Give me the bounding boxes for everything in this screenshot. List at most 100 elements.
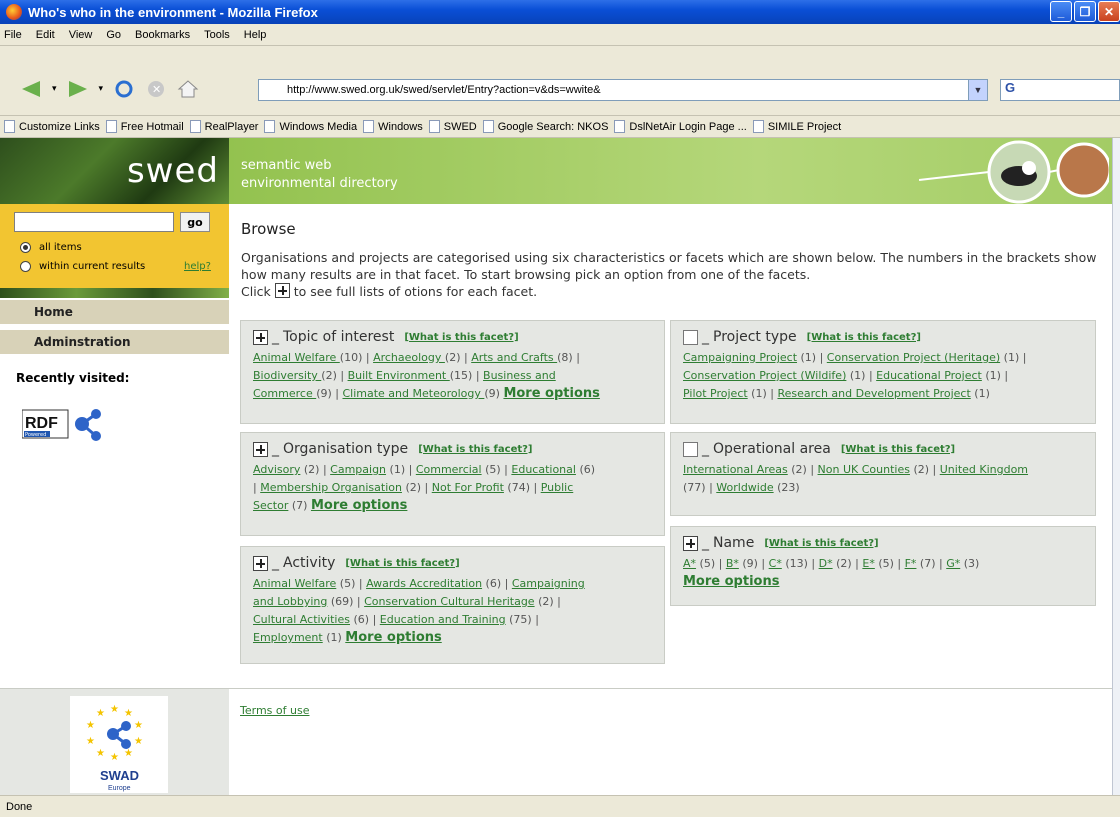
bookmark-customize-links[interactable]: Customize Links [4,120,100,133]
name-option-f[interactable]: F* [905,557,917,570]
area-option-uk[interactable]: United Kingdom [940,463,1028,476]
menu-view[interactable]: View [69,29,93,41]
go-button[interactable]: go [180,212,210,232]
more-options-link[interactable]: More options [311,498,407,513]
name-option-a[interactable]: A* [683,557,696,570]
bookmark-swed[interactable]: SWED [428,120,477,133]
forward-icon[interactable] [67,79,89,99]
back-dropdown-icon[interactable]: ▾ [52,84,57,94]
topic-option-animal-welfare[interactable]: Animal Welfare [253,351,340,364]
facet-operational-area: _ Operational area [What is this facet?] … [670,432,1096,516]
more-options-link[interactable]: More options [345,630,441,645]
activity-option-lobbying[interactable]: and Lobbying [253,595,327,608]
what-is-facet-link[interactable]: [What is this facet?] [345,558,459,569]
expand-icon[interactable] [683,535,698,551]
rdf-powered-logo[interactable]: RDF Powered [22,406,104,444]
close-button[interactable]: ✕ [1098,1,1120,22]
more-options-link[interactable]: More options [683,574,779,589]
name-option-e[interactable]: E* [862,557,874,570]
topic-option-biodiversity[interactable]: Biodiversity [253,369,321,382]
org-option-membership[interactable]: Membership Organisation [260,481,402,494]
expand-icon[interactable] [253,441,268,457]
menu-file[interactable]: File [4,29,22,41]
more-options-link[interactable]: More options [503,386,599,401]
terms-of-use-link[interactable]: Terms of use [240,704,309,717]
what-is-facet-link[interactable]: [What is this facet?] [418,444,532,455]
activity-option-animal-welfare[interactable]: Animal Welfare [253,577,336,590]
address-dropdown-icon[interactable]: ▼ [968,79,988,101]
forward-dropdown-icon[interactable]: ▾ [99,84,104,94]
expand-icon[interactable] [253,555,268,571]
activity-option-cultural[interactable]: Cultural Activities [253,613,350,626]
bookmark-windows-media[interactable]: Windows Media [264,120,357,133]
menu-bookmarks[interactable]: Bookmarks [135,29,190,41]
activity-option-employment[interactable]: Employment [253,631,323,644]
topic-option-built-environment[interactable]: Built Environment [348,369,450,382]
org-option-not-for-profit[interactable]: Not For Profit [432,481,504,494]
bookmark-free-hotmail[interactable]: Free Hotmail [105,120,184,133]
search-input[interactable] [14,212,174,232]
swad-stars-icon: ★ ★ ★★ ★★ ★★ ★★ SWAD Europe [86,704,143,792]
project-option-conservation-wildlife[interactable]: Conservation Project (Wildife) [683,369,846,382]
name-option-d[interactable]: D* [819,557,833,570]
org-option-public[interactable]: Public [541,481,574,494]
project-option-conservation-heritage[interactable]: Conservation Project (Heritage) [827,351,1000,364]
topic-option-archaeology[interactable]: Archaeology [373,351,445,364]
what-is-facet-link[interactable]: [What is this facet?] [841,444,955,455]
project-option-campaigning[interactable]: Campaigning Project [683,351,797,364]
bookmark-windows[interactable]: Windows [363,120,423,133]
name-option-c[interactable]: C* [769,557,782,570]
page-content: swed go all items within current results… [0,138,1112,795]
topic-option-arts-crafts[interactable]: Arts and Crafts [471,351,557,364]
topic-option-business[interactable]: Business and [483,369,556,382]
reload-icon[interactable] [113,79,135,99]
menu-edit[interactable]: Edit [36,29,55,41]
help-link[interactable]: help? [184,261,211,272]
what-is-facet-link[interactable]: [What is this facet?] [404,332,518,343]
topic-option-commerce[interactable]: Commerce [253,387,316,400]
bookmark-simile[interactable]: SIMILE Project [752,120,841,133]
swed-logo[interactable]: swed [0,138,229,204]
bookmark-google-nkos[interactable]: Google Search: NKOS [482,120,608,133]
name-option-b[interactable]: B* [726,557,739,570]
name-option-g[interactable]: G* [946,557,960,570]
radio-all-items[interactable]: all items [20,242,82,253]
area-option-non-uk[interactable]: Non UK Counties [818,463,910,476]
what-is-facet-link[interactable]: [What is this facet?] [764,538,878,549]
home-icon[interactable] [177,79,199,99]
org-option-educational[interactable]: Educational [511,463,576,476]
menu-help[interactable]: Help [244,29,267,41]
swad-europe-logo[interactable]: ★ ★ ★ ★ ★ ★ ★ ★ ★ ★ SWAD Europe [70,696,168,793]
area-option-international[interactable]: International Areas [683,463,788,476]
bookmark-realplayer[interactable]: RealPlayer [189,120,258,133]
activity-option-awards[interactable]: Awards Accreditation [366,577,482,590]
activity-option-campaigning[interactable]: Campaigning [512,577,585,590]
activity-option-conservation[interactable]: Conservation Cultural Heritage [364,595,534,608]
vertical-scrollbar[interactable] [1112,138,1120,795]
bookmark-dslnetair[interactable]: DslNetAir Login Page ... [614,120,747,133]
org-option-campaign[interactable]: Campaign [330,463,386,476]
what-is-facet-link[interactable]: [What is this facet?] [807,332,921,343]
org-option-sector[interactable]: Sector [253,499,288,512]
project-option-research[interactable]: Research and Development Project [777,387,970,400]
menu-tools[interactable]: Tools [204,29,230,41]
expand-icon[interactable] [253,329,268,345]
page-icon [105,120,117,133]
back-icon[interactable] [20,79,42,99]
area-option-worldwide[interactable]: Worldwide [716,481,773,494]
org-option-advisory[interactable]: Advisory [253,463,300,476]
radio-within-results[interactable]: within current results [20,261,145,272]
project-option-pilot[interactable]: Pilot Project [683,387,748,400]
project-option-educational[interactable]: Educational Project [876,369,982,382]
activity-option-education[interactable]: Education and Training [380,613,506,626]
address-bar[interactable]: http://www.swed.org.uk/swed/servlet/Entr… [258,79,988,101]
minimize-button[interactable]: _ [1050,1,1072,22]
maximize-button[interactable]: ❐ [1074,1,1096,22]
nav-administration[interactable]: Adminstration [0,330,229,355]
nav-home[interactable]: Home [0,300,229,325]
topic-option-climate[interactable]: Climate and Meteorology [342,387,484,400]
menu-go[interactable]: Go [106,29,121,41]
google-search-box[interactable]: G [1000,79,1120,101]
org-option-commercial[interactable]: Commercial [416,463,482,476]
stop-icon[interactable]: ✕ [145,79,167,99]
